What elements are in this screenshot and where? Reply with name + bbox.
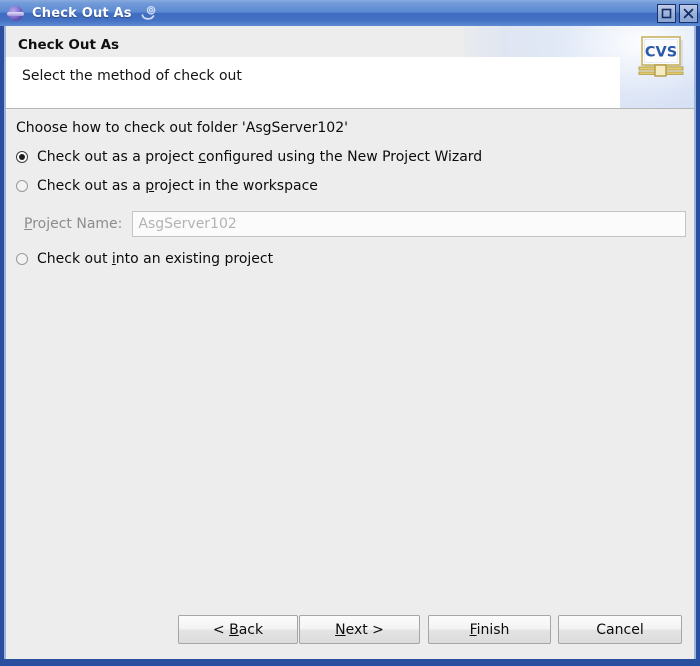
project-name-input[interactable] [132, 211, 686, 237]
close-icon [683, 8, 694, 18]
maximize-button[interactable] [657, 3, 676, 23]
window-title: Check Out As [32, 5, 132, 21]
finish-button-mnemonic: F [469, 621, 477, 638]
radio-mark-project-in-workspace[interactable] [16, 180, 28, 192]
wizard-banner: Check Out As Select the method of check … [6, 26, 694, 109]
radio-label-mnemonic: p [145, 178, 155, 194]
radio-label-configured-wizard: Check out as a project configured using … [37, 149, 482, 165]
radio-option-configured-wizard[interactable]: Check out as a project configured using … [16, 148, 482, 166]
radio-label-text-after: nto an existing project [115, 251, 274, 267]
radio-label-mnemonic: c [198, 149, 206, 165]
radio-label-text-before: Check out as a project [37, 149, 199, 165]
radio-label-text-after: roject in the workspace [154, 178, 318, 194]
dialog-content: Choose how to check out folder 'AsgServe… [6, 110, 694, 600]
radio-option-project-in-workspace[interactable]: Check out as a project in the workspace [16, 177, 318, 195]
cvs-logo: CVS [638, 36, 684, 77]
project-name-label: Project Name: [24, 216, 122, 232]
window-frame-right [696, 26, 700, 666]
next-button-suffix: ext > [345, 621, 384, 638]
back-button-suffix: ack [238, 621, 264, 638]
radio-option-existing-project[interactable]: Check out into an existing project [16, 250, 273, 268]
check-out-as-dialog: Check Out As Check Out As Select the met… [0, 0, 700, 666]
window-frame-inner-right [694, 26, 696, 659]
close-button[interactable] [679, 3, 698, 23]
page-description: Select the method of check out [22, 68, 242, 84]
finish-button[interactable]: Finish [428, 615, 551, 644]
radio-label-project-in-workspace: Check out as a project in the workspace [37, 178, 318, 194]
radio-mark-existing-project[interactable] [16, 253, 28, 265]
radio-label-existing-project: Check out into an existing project [37, 251, 273, 267]
finish-button-suffix: inish [476, 621, 510, 638]
next-button-mnemonic: N [335, 621, 346, 638]
project-name-row: Project Name: [24, 211, 686, 237]
radio-label-text-before: Check out [37, 251, 112, 267]
radio-label-text-before: Check out as a [37, 178, 146, 194]
swirl-icon [141, 5, 156, 20]
eclipse-sphere-icon [7, 5, 24, 21]
cancel-button-suffix: Cancel [596, 621, 644, 638]
back-button-prefix: < [212, 621, 230, 638]
cancel-button[interactable]: Cancel [558, 615, 682, 644]
project-name-label-rest: roject Name: [32, 216, 123, 232]
radio-mark-configured-wizard[interactable] [16, 151, 28, 163]
svg-text:CVS: CVS [645, 45, 677, 61]
radio-label-text-after: onfigured using the New Project Wizard [206, 149, 483, 165]
next-button[interactable]: Next > [299, 615, 420, 644]
banner-separator [6, 108, 694, 109]
back-button-mnemonic: B [229, 621, 239, 638]
title-bar[interactable]: Check Out As [0, 0, 700, 26]
dialog-button-bar: < Back Next > Finish Cancel [6, 600, 694, 659]
project-name-label-mnemonic: P [24, 216, 33, 232]
choose-method-label: Choose how to check out folder 'AsgServe… [16, 120, 348, 136]
back-button[interactable]: < Back [178, 615, 298, 644]
window-frame-bottom [0, 659, 700, 666]
page-title: Check Out As [18, 37, 120, 53]
maximize-icon [661, 8, 672, 18]
